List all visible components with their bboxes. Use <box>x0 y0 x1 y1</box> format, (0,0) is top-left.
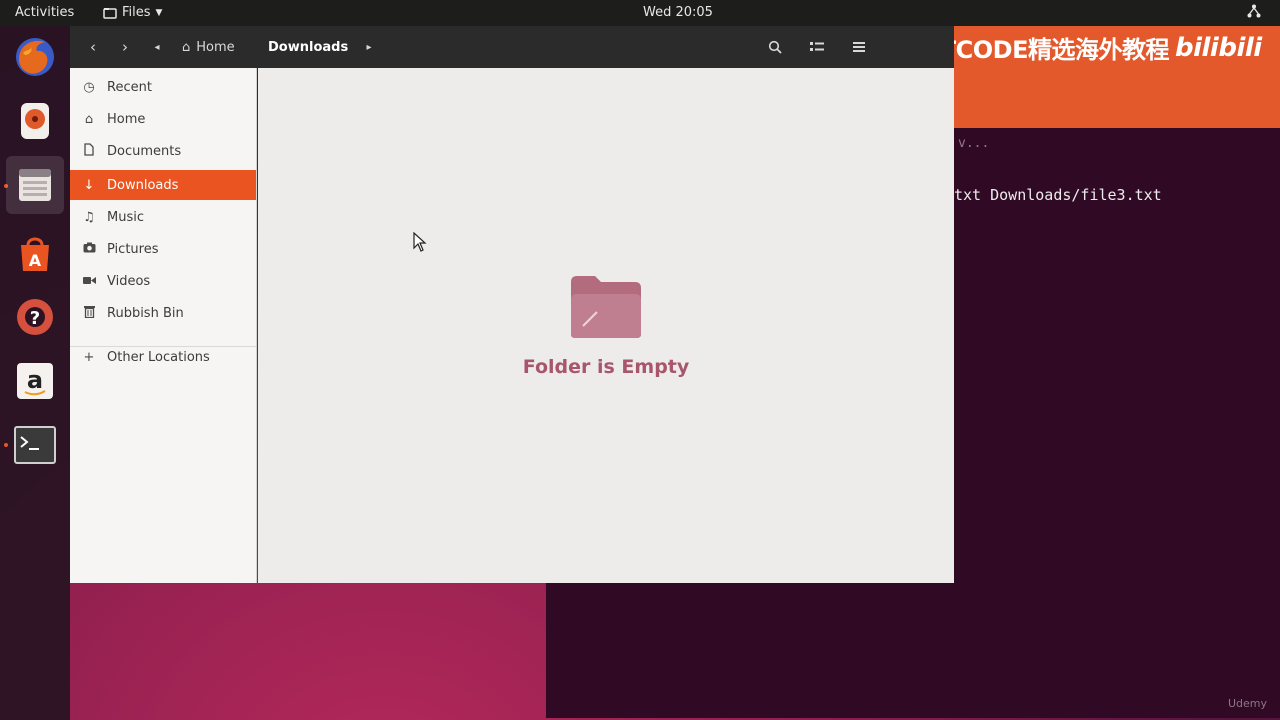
sidebar-item-recent[interactable]: ◷ Recent <box>70 72 256 102</box>
chevron-down-icon: ▼ <box>155 7 163 18</box>
sidebar-item-label: Other Locations <box>107 349 210 365</box>
places-sidebar: ◷ Recent ⌂ Home Documents ↓ Downloads ♫ … <box>70 68 257 583</box>
view-options-icon[interactable] <box>806 35 828 59</box>
clock[interactable]: Wed 20:05 <box>643 5 713 20</box>
breadcrumb-home[interactable]: ⌂ Home <box>182 35 235 59</box>
sidebar-item-label: Recent <box>107 79 152 95</box>
app-menu[interactable]: Files ▼ <box>103 5 162 20</box>
empty-folder-message: Folder is Empty <box>522 356 690 378</box>
ubuntu-software-icon[interactable]: A <box>12 230 58 276</box>
header-bar: ‹ › ◂ ⌂ Home Downloads ▸ <box>70 26 954 68</box>
camera-icon <box>81 242 97 257</box>
plus-icon: + <box>83 349 95 365</box>
sidebar-item-rubbish-bin[interactable]: Rubbish Bin <box>70 298 256 328</box>
terminal-output-line: txt Downloads/file3.txt <box>954 186 1162 204</box>
sidebar-item-other-locations[interactable]: + Other Locations <box>70 342 256 372</box>
document-icon <box>81 142 97 160</box>
back-button[interactable]: ‹ <box>82 35 104 59</box>
sidebar-item-label: Music <box>107 209 144 225</box>
sidebar-item-documents[interactable]: Documents <box>70 136 256 166</box>
forward-button[interactable]: › <box>114 35 136 59</box>
files-window: ‹ › ◂ ⌂ Home Downloads ▸ ◷ Recent ⌂ Home <box>70 26 954 583</box>
files-icon[interactable] <box>6 156 64 214</box>
terminal-icon[interactable] <box>12 422 58 468</box>
files-app-icon <box>103 7 117 19</box>
top-bar: Activities Files ▼ Wed 20:05 <box>0 0 1280 26</box>
sidebar-item-music[interactable]: ♫ Music <box>70 202 256 232</box>
sidebar-item-label: Pictures <box>107 241 159 257</box>
terminal-dim-text: v... <box>958 136 990 151</box>
file-view[interactable]: Folder is Empty <box>258 68 954 583</box>
video-icon <box>81 274 97 289</box>
sidebar-item-label: Downloads <box>107 177 179 193</box>
network-icon[interactable] <box>1247 4 1261 22</box>
help-icon[interactable]: ? <box>12 294 58 340</box>
firefox-icon[interactable] <box>12 34 58 80</box>
svg-text:A: A <box>29 251 42 270</box>
sidebar-item-label: Rubbish Bin <box>107 305 184 321</box>
mouse-cursor-icon <box>413 231 427 256</box>
breadcrumb-current-label: Downloads <box>268 39 349 55</box>
sidebar-item-home[interactable]: ⌂ Home <box>70 104 256 134</box>
clock-icon: ◷ <box>83 79 95 95</box>
breadcrumb-right-arrow[interactable]: ▸ <box>362 35 376 59</box>
amazon-icon[interactable]: a <box>12 358 58 404</box>
sidebar-item-label: Documents <box>107 143 182 159</box>
sidebar-item-videos[interactable]: Videos <box>70 266 256 296</box>
app-menu-label: Files <box>122 5 151 20</box>
search-icon[interactable] <box>764 35 786 59</box>
breadcrumb-home-label: Home <box>196 39 235 55</box>
bilibili-logo: bilibili <box>1174 32 1262 63</box>
menu-icon[interactable] <box>848 35 870 59</box>
sidebar-item-label: Home <box>107 111 146 127</box>
breadcrumb-left-arrow[interactable]: ◂ <box>150 35 164 59</box>
rhythmbox-icon[interactable] <box>12 98 58 144</box>
sidebar-item-pictures[interactable]: Pictures <box>70 234 256 264</box>
activities-button[interactable]: Activities <box>15 5 74 20</box>
breadcrumb-downloads[interactable]: Downloads <box>268 35 348 59</box>
corner-watermark: Udemy <box>1228 697 1268 710</box>
sidebar-item-label: Videos <box>107 273 151 289</box>
music-icon: ♫ <box>83 209 95 225</box>
download-icon: ↓ <box>83 177 95 193</box>
dock: A ? a <box>0 26 70 720</box>
svg-text:?: ? <box>30 308 40 329</box>
svg-text:a: a <box>27 366 43 394</box>
empty-folder-icon <box>569 274 643 344</box>
sidebar-item-downloads[interactable]: ↓ Downloads <box>70 170 256 200</box>
trash-icon <box>81 305 97 322</box>
running-indicator <box>4 443 8 447</box>
home-icon: ⌂ <box>84 111 94 127</box>
home-icon: ⌂ <box>182 39 191 55</box>
